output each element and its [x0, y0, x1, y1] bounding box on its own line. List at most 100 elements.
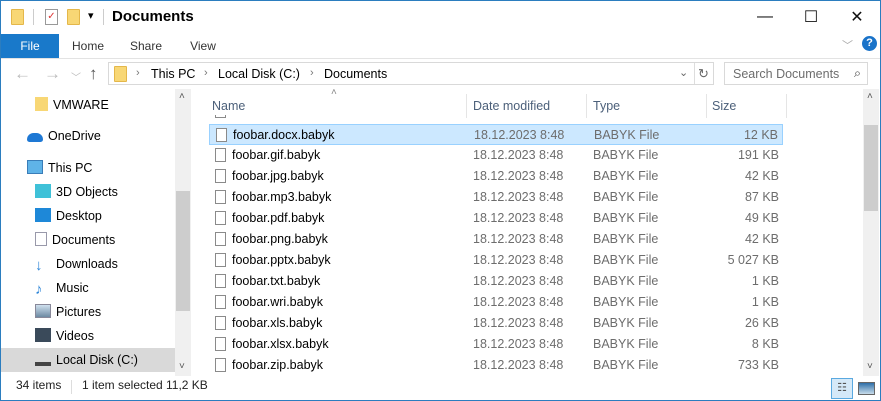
folder-icon [114, 66, 127, 82]
refresh-icon[interactable]: ↻ [698, 66, 709, 82]
nav-label: This PC [48, 161, 93, 175]
details-view-button[interactable]: ☷ [831, 378, 853, 399]
nav-item-documents[interactable]: Documents [35, 228, 115, 252]
divider [586, 94, 587, 118]
file-row[interactable]: foobar.mp3.babyk 18.12.2023 8:48 BABYK F… [209, 187, 783, 208]
file-size: 733 KB [737, 358, 779, 372]
nav-item-downloads[interactable]: ↓ Downloads [35, 252, 118, 276]
recent-locations-icon[interactable]: ﹀ [71, 69, 81, 84]
file-type: BABYK File [593, 274, 659, 288]
address-bar[interactable]: › This PC › Local Disk (C:) › Documents … [108, 62, 714, 85]
file-name: foobar.wri.babyk [232, 295, 324, 309]
file-type: BABYK File [593, 169, 659, 183]
file-type: BABYK File [593, 211, 659, 225]
divider [466, 94, 467, 118]
nav-item-desktop[interactable]: Desktop [35, 204, 102, 228]
file-name: foobar.jpg.babyk [232, 169, 324, 183]
chevron-right-icon: › [204, 67, 208, 79]
breadcrumb-local-disk[interactable]: Local Disk (C:) [218, 67, 300, 81]
status-selection: 1 item selected [82, 378, 163, 392]
nav-label: Downloads [56, 257, 118, 271]
column-header-size[interactable]: Size [712, 94, 736, 118]
tab-share[interactable]: Share [121, 34, 171, 58]
expand-ribbon-icon[interactable]: ﹀ [842, 37, 853, 53]
file-row[interactable]: foobar.jpg.babyk 18.12.2023 8:48 BABYK F… [209, 166, 783, 187]
properties-icon[interactable]: ✓ [45, 9, 58, 25]
search-input[interactable]: Search Documents ⌕ [724, 62, 868, 85]
file-name: foobar.pptx.babyk [232, 253, 331, 267]
divider [33, 9, 34, 25]
column-header-type[interactable]: Type [593, 94, 620, 118]
folder-icon [35, 97, 48, 111]
file-date: 18.12.2023 8:48 [473, 337, 564, 351]
divider [694, 63, 695, 84]
file-row[interactable]: foobar.xlsx.babyk 18.12.2023 8:48 BABYK … [209, 334, 783, 355]
file-list-scrollbar-thumb[interactable] [864, 125, 878, 211]
file-row[interactable]: foobar.wri.babyk 18.12.2023 8:48 BABYK F… [209, 292, 783, 313]
tab-file[interactable]: File [1, 34, 59, 58]
file-name: foobar.gif.babyk [232, 148, 321, 162]
title-bar: ✓ ▾ Documents — ☐ ✕ [1, 1, 880, 33]
file-icon [215, 316, 226, 330]
minimize-button[interactable]: — [742, 1, 788, 33]
tab-view[interactable]: View [178, 34, 228, 58]
maximize-button[interactable]: ☐ [788, 1, 834, 33]
large-icons-view-button[interactable] [858, 382, 875, 395]
scroll-up-icon[interactable]: ˄ [867, 91, 873, 102]
file-icon [215, 295, 226, 309]
file-row[interactable]: foobar.docx.babyk 18.12.2023 8:48 BABYK … [209, 124, 783, 145]
nav-item-pictures[interactable]: Pictures [35, 300, 101, 324]
forward-button[interactable]: → [44, 64, 61, 84]
status-selection-size: 11,2 KB [166, 378, 208, 392]
file-icon [215, 148, 226, 162]
nav-item-3d-objects[interactable]: 3D Objects [35, 180, 118, 204]
file-row[interactable]: foobar.zip.babyk 18.12.2023 8:48 BABYK F… [209, 355, 783, 376]
scroll-down-icon[interactable]: ˅ [867, 361, 873, 372]
new-folder-icon[interactable] [67, 9, 80, 25]
search-icon: ⌕ [853, 66, 861, 80]
file-icon [215, 337, 226, 351]
file-name: foobar.txt.babyk [232, 274, 321, 288]
nav-scrollbar-thumb[interactable] [176, 191, 190, 311]
file-type: BABYK File [593, 337, 659, 351]
close-button[interactable]: ✕ [834, 1, 880, 33]
nav-item-music[interactable]: ♪ Music [35, 276, 89, 300]
file-row[interactable]: foobar.gif.babyk 18.12.2023 8:48 BABYK F… [209, 145, 783, 166]
customize-toolbar-icon[interactable]: ▾ [88, 9, 94, 22]
nav-item-local-disk[interactable]: Local Disk (C:) [1, 348, 175, 372]
videos-icon [35, 328, 51, 342]
help-icon[interactable]: ? [862, 36, 877, 51]
scroll-up-icon[interactable]: ˄ [179, 91, 185, 102]
nav-item-videos[interactable]: Videos [35, 324, 94, 348]
tab-home[interactable]: Home [63, 34, 113, 58]
scroll-down-icon[interactable]: ˅ [179, 361, 185, 372]
file-row[interactable]: foobar.png.babyk 18.12.2023 8:48 BABYK F… [209, 229, 783, 250]
partial-row-file-icon [215, 115, 226, 118]
nav-label: VMWARE [53, 98, 109, 112]
nav-item-this-pc[interactable]: This PC [27, 156, 92, 180]
divider [103, 9, 104, 25]
address-dropdown-icon[interactable]: ⌄ [679, 66, 688, 79]
file-row[interactable]: foobar.pdf.babyk 18.12.2023 8:48 BABYK F… [209, 208, 783, 229]
file-row[interactable]: foobar.xls.babyk 18.12.2023 8:48 BABYK F… [209, 313, 783, 334]
nav-item-onedrive[interactable]: OneDrive [27, 124, 101, 148]
nav-item-vmware[interactable]: VMWARE [35, 93, 109, 117]
file-size: 26 KB [744, 316, 779, 330]
nav-scrollbar[interactable]: ˄ ˅ [175, 89, 191, 376]
divider [706, 94, 707, 118]
breadcrumb-this-pc[interactable]: This PC [151, 67, 195, 81]
up-button[interactable]: ↑ [89, 64, 98, 84]
window-title: Documents [112, 8, 194, 25]
column-header-date[interactable]: Date modified [473, 94, 550, 118]
file-type: BABYK File [593, 358, 659, 372]
file-icon [215, 358, 226, 372]
sort-ascending-icon: ˄ [331, 87, 337, 98]
file-row[interactable]: foobar.txt.babyk 18.12.2023 8:48 BABYK F… [209, 271, 783, 292]
navigation-pane: VMWARE OneDrive This PC 3D Objects Deskt… [1, 89, 175, 375]
breadcrumb-documents[interactable]: Documents [324, 67, 387, 81]
nav-label: Music [56, 281, 89, 295]
file-row[interactable]: foobar.pptx.babyk 18.12.2023 8:48 BABYK … [209, 250, 783, 271]
file-list-scrollbar[interactable]: ˄ ˅ [863, 89, 879, 376]
back-button[interactable]: ← [14, 64, 31, 84]
file-size: 12 KB [743, 128, 778, 142]
